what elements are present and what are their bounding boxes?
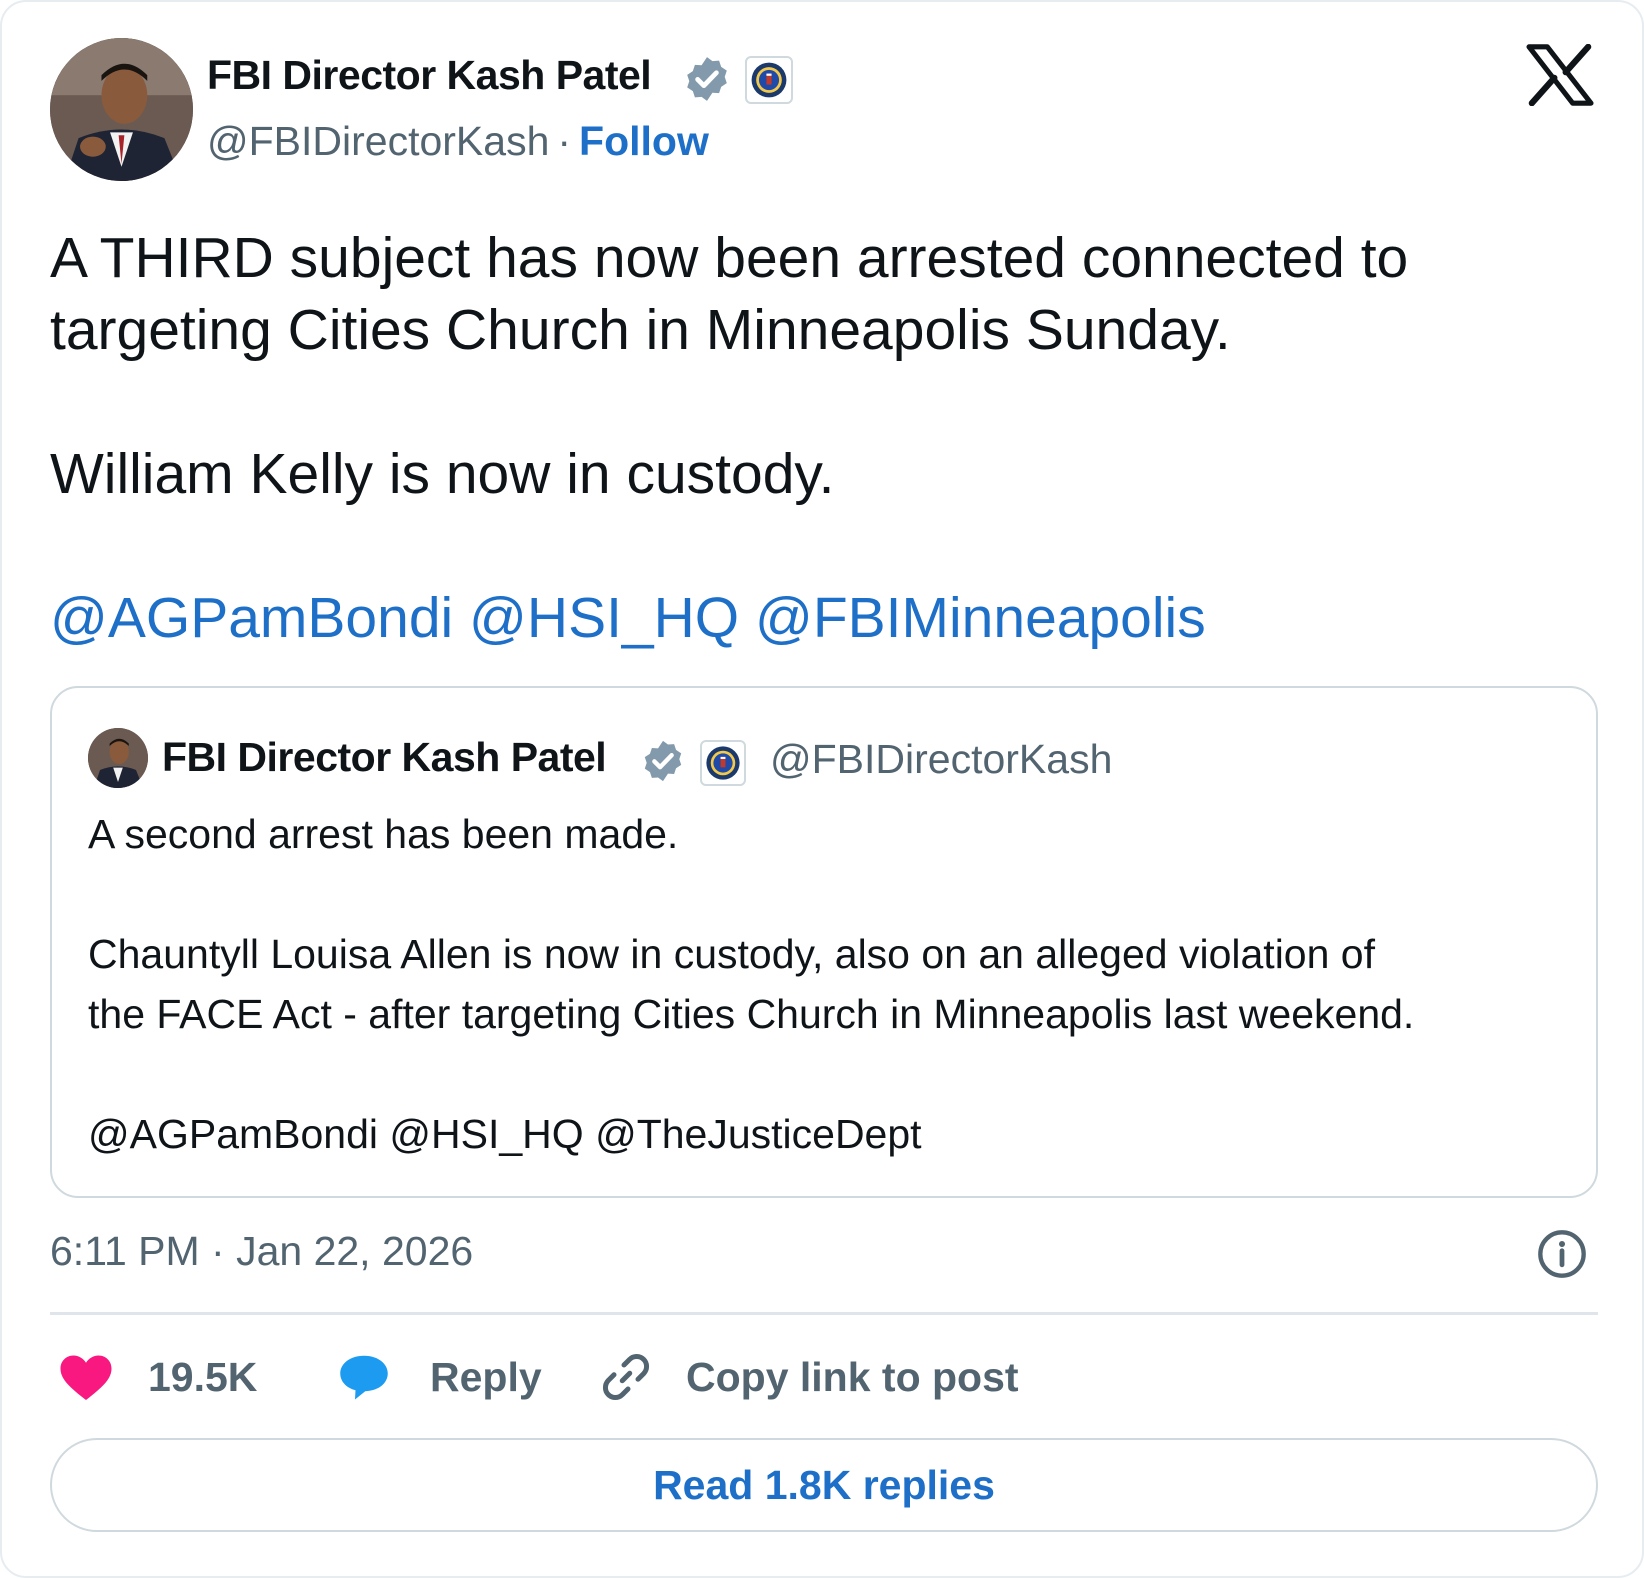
mention-link[interactable]: @AGPamBondi (50, 586, 453, 650)
mention-link[interactable]: @FBIMinneapolis (755, 586, 1206, 650)
copy-link-label: Copy link to post (686, 1353, 1019, 1400)
quote-mentions: @AGPamBondi @HSI_HQ @TheJusticeDept (88, 1111, 922, 1157)
fbi-seal-icon[interactable] (745, 56, 793, 104)
like-count: 19.5K (148, 1353, 258, 1400)
verified-badge-icon (682, 54, 732, 104)
author-handle[interactable]: @FBIDirectorKash (207, 118, 549, 164)
quote-author-handle: @FBIDirectorKash (770, 736, 1113, 782)
avatar-portrait (50, 38, 193, 181)
author-handle-row: @FBIDirectorKash · Follow (207, 118, 709, 165)
quote-line: A second arrest has been made. (88, 811, 679, 857)
like-button[interactable]: 19.5K (56, 1342, 257, 1412)
tweet-mentions: @AGPamBondi @HSI_HQ @FBIMinneapolis (50, 582, 1610, 654)
quoted-tweet[interactable]: FBI Director Kash Patel @FBIDirectorKash… (50, 686, 1598, 1198)
divider (50, 1312, 1598, 1315)
tweet-card: FBI Director Kash Patel @FBIDirectorKash… (0, 0, 1644, 1578)
copy-link-button[interactable]: Copy link to post (596, 1342, 1019, 1412)
read-replies-button[interactable]: Read 1.8K replies (50, 1438, 1598, 1532)
tweet-line: A THIRD subject has now been arrested co… (50, 226, 1409, 290)
reply-label: Reply (430, 1353, 542, 1400)
quote-author-name: FBI Director Kash Patel (162, 734, 607, 780)
tweet-line: targeting Cities Church in Minneapolis S… (50, 298, 1231, 362)
tweet-line: William Kelly is now in custody. (50, 442, 835, 506)
fbi-seal-icon (700, 740, 746, 786)
reply-button[interactable]: Reply (334, 1342, 542, 1412)
quote-author-avatar (88, 728, 148, 788)
mention-link[interactable]: @HSI_HQ (469, 586, 739, 650)
heart-icon (56, 1347, 116, 1407)
quote-line: Chauntyll Louisa Allen is now in custody… (88, 931, 1375, 977)
speech-bubble-icon (334, 1347, 394, 1407)
post-timestamp[interactable]: 6:11 PM · Jan 22, 2026 (50, 1228, 473, 1275)
follow-button[interactable]: Follow (579, 118, 709, 164)
tweet-body: A THIRD subject has now been arrested co… (50, 222, 1610, 654)
author-name[interactable]: FBI Director Kash Patel (207, 52, 652, 99)
quote-line: the FACE Act - after targeting Cities Ch… (88, 991, 1415, 1037)
verified-badge-icon (640, 738, 686, 784)
info-icon[interactable] (1536, 1228, 1588, 1280)
quote-body: A second arrest has been made. Chauntyll… (88, 804, 1568, 1164)
x-logo-icon[interactable] (1526, 44, 1594, 106)
author-avatar[interactable] (50, 38, 193, 181)
link-icon (596, 1347, 656, 1407)
separator-dot: · (557, 118, 572, 164)
